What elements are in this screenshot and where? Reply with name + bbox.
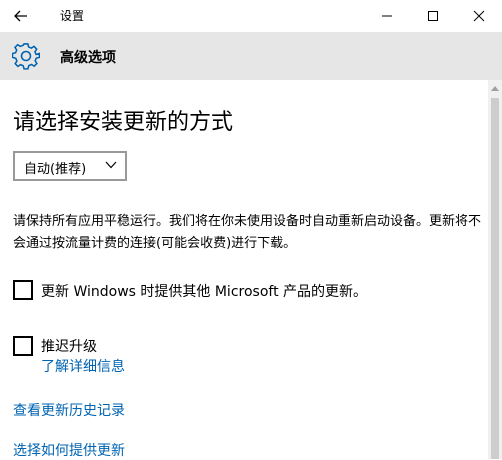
maximize-icon xyxy=(428,11,438,21)
page-title: 高级选项 xyxy=(60,50,116,66)
section-heading: 请选择安装更新的方式 xyxy=(13,110,234,135)
window-title: 设置 xyxy=(60,9,85,23)
defer-upgrades-checkbox[interactable] xyxy=(13,336,33,356)
defer-upgrades-label: 推迟升级 xyxy=(41,339,97,355)
install-description: 请保持所有应用平稳运行。我们将在你未使用设备时自动重新启动设备。更新将不会通过按… xyxy=(13,214,482,251)
scroll-thumb[interactable] xyxy=(491,98,499,459)
close-icon xyxy=(473,10,485,22)
close-button[interactable] xyxy=(456,0,502,32)
maximize-button[interactable] xyxy=(410,0,456,32)
other-products-checkbox[interactable] xyxy=(13,280,33,300)
minimize-button[interactable] xyxy=(364,0,410,32)
learn-more-link[interactable]: 了解详细信息 xyxy=(41,356,125,376)
scroll-up-button[interactable] xyxy=(488,80,502,96)
page-header: 高级选项 xyxy=(0,32,502,80)
gear-icon xyxy=(12,43,40,70)
back-button[interactable] xyxy=(6,2,36,30)
install-mode-dropdown[interactable]: 自动(推荐) xyxy=(13,151,127,181)
update-history-link[interactable]: 查看更新历史记录 xyxy=(13,400,125,420)
title-bar: 设置 xyxy=(0,0,502,32)
chevron-up-icon xyxy=(491,86,499,91)
other-products-label: 更新 Windows 时提供其他 Microsoft 产品的更新。 xyxy=(41,284,368,300)
arrow-left-icon xyxy=(14,10,27,22)
minimize-icon xyxy=(382,15,392,17)
dropdown-selected-value: 自动(推荐) xyxy=(24,162,87,177)
chevron-down-icon xyxy=(105,161,117,169)
delivery-options-link[interactable]: 选择如何提供更新 xyxy=(13,440,125,460)
